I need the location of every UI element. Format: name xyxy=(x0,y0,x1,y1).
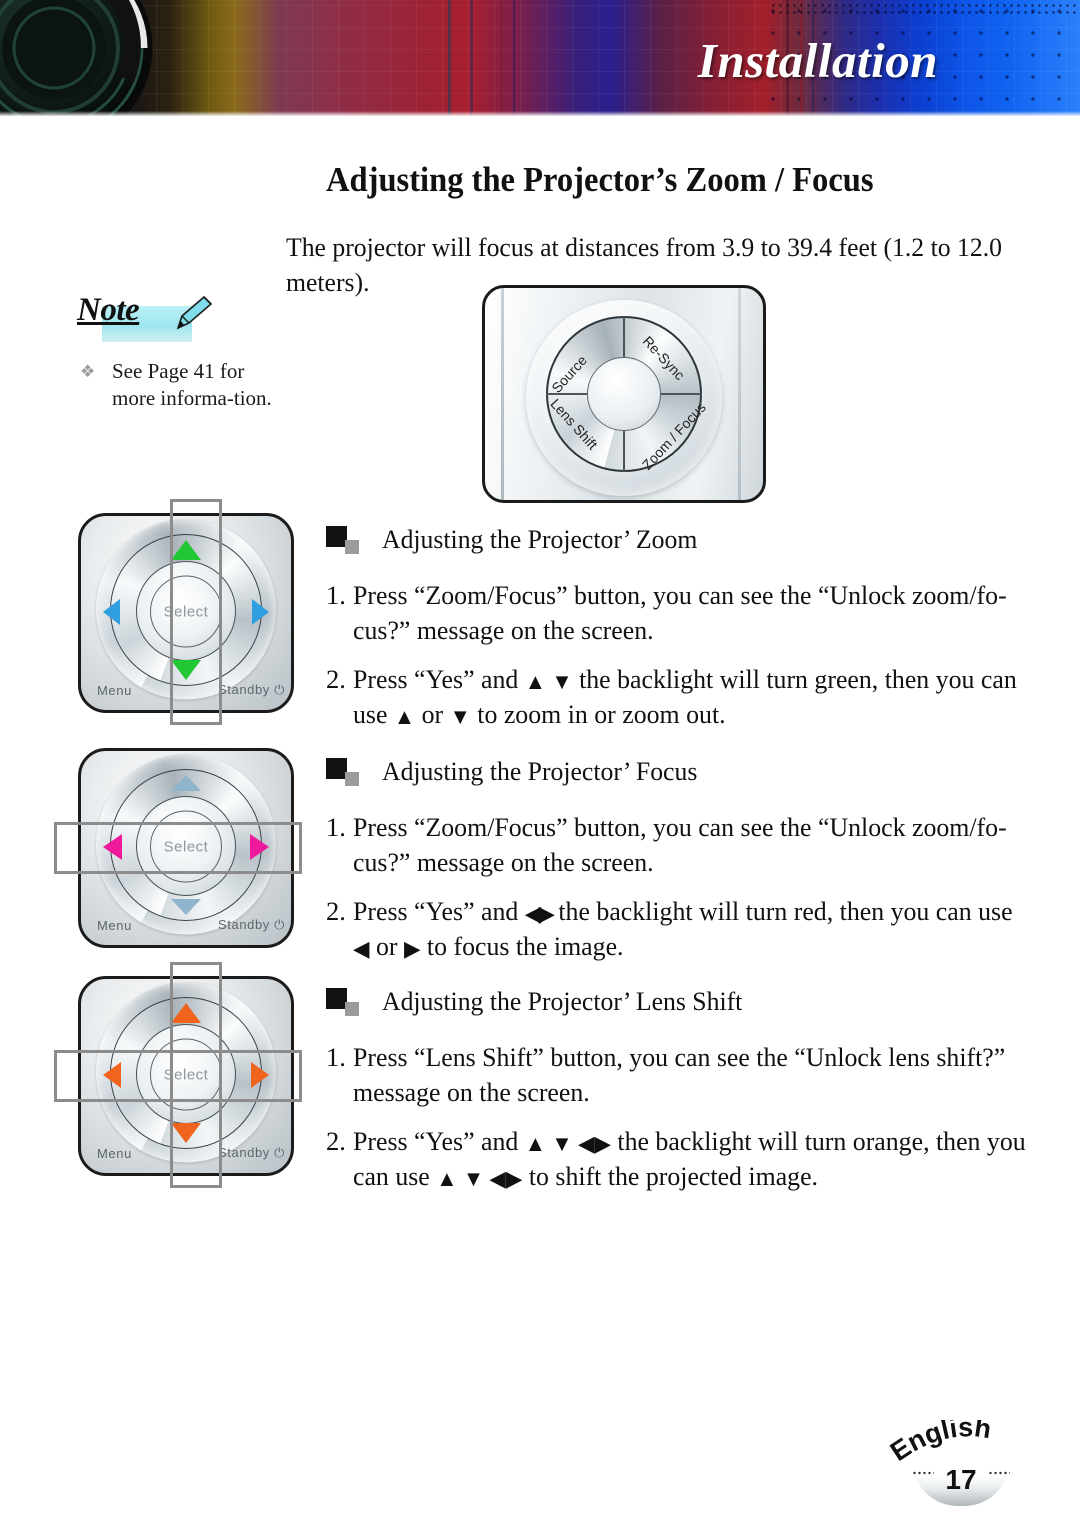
focus-section: Adjusting the Projector’ Focus 1. Press … xyxy=(326,756,1048,964)
note-box: Note ❖ See Page 41 for more informa-tion… xyxy=(74,292,289,412)
control-panel-left-edge xyxy=(501,288,504,500)
step-text: Press “Yes” and ▲ ▼ ◀▶ the backlight wil… xyxy=(353,1124,1031,1194)
manual-page: Installation Adjusting the Projector’s Z… xyxy=(0,0,1080,1532)
inline-arrow-glyph: ▶ xyxy=(403,936,421,961)
step-text: Press “Zoom/Focus” button, you can see t… xyxy=(353,812,1007,877)
page-number: 17 xyxy=(945,1464,977,1495)
step-text-part: to shift the projected image. xyxy=(522,1161,819,1191)
inline-arrow-glyph: ▲ ▼ ◀▶ xyxy=(436,1166,523,1191)
step-number: 1. xyxy=(326,1042,346,1072)
step-text-part: or xyxy=(369,931,404,961)
zoom-section-title: Adjusting the Projector’ Zoom xyxy=(382,524,698,554)
step-text-part: to focus the image. xyxy=(420,931,624,961)
step-text-part: Press “Yes” and xyxy=(353,1126,525,1156)
step-number: 2. xyxy=(326,896,346,926)
keypad-standby-label: Standby ⏻ xyxy=(218,682,285,697)
camera-lens-icon xyxy=(0,0,188,116)
note-item-text: See Page 41 for more informa-tion. xyxy=(112,359,272,410)
keypad-right-arrow-icon xyxy=(252,598,269,625)
square-bullet-icon xyxy=(326,526,360,554)
inline-arrow-glyph: ▼ xyxy=(449,704,471,729)
dial-separator-right xyxy=(660,393,702,395)
note-items: ❖ See Page 41 for more informa-tion. xyxy=(74,358,289,412)
step-text-part: Press “Yes” and xyxy=(353,664,525,694)
lens-shift-section-header: Adjusting the Projector’ Lens Shift xyxy=(326,986,1048,1026)
zoom-step-1: 1. Press “Zoom/Focus” button, you can se… xyxy=(326,578,1048,648)
keypad-down-arrow-icon xyxy=(171,899,201,915)
inline-arrow-glyph: ▲ ▼ xyxy=(524,669,573,694)
projector-control-panel-figure: Source Re-Sync Lens Shift Zoom / Focus xyxy=(482,285,766,503)
inline-arrow-glyph: ▲ ▼ ◀▶ xyxy=(524,1131,611,1156)
focus-section-header: Adjusting the Projector’ Focus xyxy=(326,756,1048,796)
keypad-menu-label: Menu xyxy=(97,918,132,933)
focus-section-title: Adjusting the Projector’ Focus xyxy=(382,756,698,786)
page-header-banner: Installation xyxy=(0,0,1080,116)
lens-shift-section: Adjusting the Projector’ Lens Shift 1. P… xyxy=(326,986,1048,1194)
square-bullet-icon xyxy=(326,988,360,1016)
control-panel-dial xyxy=(546,316,702,472)
lens-shift-keypad-figure: Select Menu Standby ⏻ xyxy=(54,962,302,1188)
focus-step-2: 2. Press “Yes” and ◀▶ the backlight will… xyxy=(326,894,1048,964)
note-badge: Note xyxy=(74,292,213,342)
section-heading: Adjusting the Projector’s Zoom / Focus xyxy=(326,160,874,199)
lens-shift-section-title: Adjusting the Projector’ Lens Shift xyxy=(382,986,743,1016)
keypad-menu-label: Menu xyxy=(97,1146,132,1161)
inline-arrow-glyph: ◀ xyxy=(353,936,370,961)
keypad-standby-label: Standby ⏻ xyxy=(218,1145,285,1160)
step-text-part: the backlight will turn red, then you ca… xyxy=(551,896,1013,926)
step-text: Press “Lens Shift” button, you can see t… xyxy=(353,1042,1006,1107)
keypad-up-arrow-icon xyxy=(171,775,201,791)
inline-arrow-glyph: ▲ xyxy=(393,704,416,729)
zoom-section: Adjusting the Projector’ Zoom 1. Press “… xyxy=(326,524,1048,732)
note-bullet-icon: ❖ xyxy=(80,362,96,381)
highlight-horizontal-box xyxy=(54,822,302,874)
highlight-horizontal-box xyxy=(54,1050,302,1102)
step-number: 1. xyxy=(326,812,346,842)
page-footer: English 17 xyxy=(885,1412,1036,1508)
highlight-vertical-box xyxy=(170,499,222,725)
keypad-standby-label: Standby ⏻ xyxy=(218,917,285,932)
step-number: 1. xyxy=(326,580,346,610)
keypad-menu-label: Menu xyxy=(97,683,132,698)
step-number: 2. xyxy=(326,1126,346,1156)
lens-shift-step-2: 2. Press “Yes” and ▲ ▼ ◀▶ the backlight … xyxy=(326,1124,1048,1194)
square-bullet-icon xyxy=(326,758,360,786)
step-text: Press “Yes” and ◀▶ the backlight will tu… xyxy=(353,894,1031,964)
focus-step-1: 1. Press “Zoom/Focus” button, you can se… xyxy=(326,810,1048,880)
dial-center-button xyxy=(587,357,661,431)
note-label: Note xyxy=(77,292,140,328)
pencil-icon xyxy=(170,294,214,334)
step-text: Press “Zoom/Focus” button, you can see t… xyxy=(353,580,1007,645)
step-text: Press “Yes” and ▲ ▼ the backlight will t… xyxy=(353,662,1031,732)
lens-shift-step-1: 1. Press “Lens Shift” button, you can se… xyxy=(326,1040,1048,1110)
banner-bottom-fade xyxy=(0,111,1080,116)
step-text-part: Press “Yes” and xyxy=(353,896,525,926)
note-list-item: ❖ See Page 41 for more informa-tion. xyxy=(74,358,289,412)
control-panel-right-edge xyxy=(738,288,741,500)
step-number: 2. xyxy=(326,664,346,694)
zoom-step-2: 2. Press “Yes” and ▲ ▼ the backlight wil… xyxy=(326,662,1048,732)
focus-keypad-figure: Select Menu Standby ⏻ xyxy=(54,740,302,954)
page-title: Installation xyxy=(697,33,938,88)
zoom-section-header: Adjusting the Projector’ Zoom xyxy=(326,524,1048,564)
keypad-left-arrow-icon xyxy=(103,598,120,625)
dial-separator-top xyxy=(623,316,625,358)
dial-separator-left xyxy=(546,393,588,395)
banner-dot-pattern-top xyxy=(770,2,1080,14)
dial-separator-bottom xyxy=(623,430,625,472)
zoom-keypad-figure: Select Menu Standby ⏻ xyxy=(62,499,294,725)
step-text-part: or xyxy=(415,699,450,729)
step-text-part: to zoom in or zoom out. xyxy=(470,699,726,729)
inline-arrow-glyph: ◀▶ xyxy=(524,901,555,926)
